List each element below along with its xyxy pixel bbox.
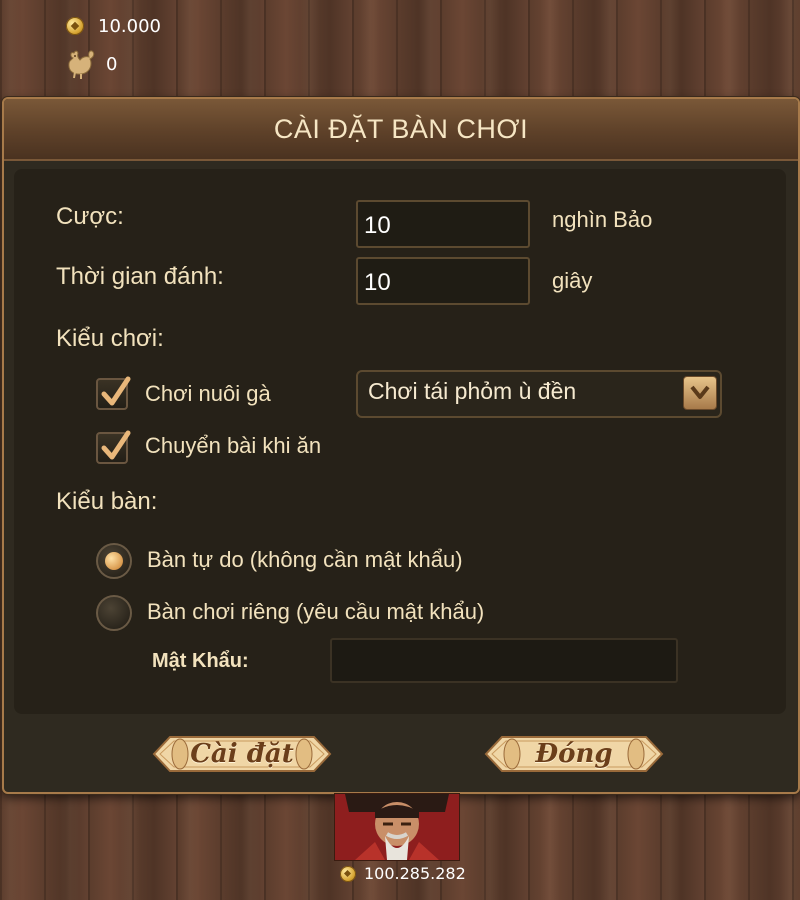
play-style-label: Kiểu chơi: [56,325,164,352]
setup-button[interactable]: Cài đặt [152,729,332,779]
dialog-title: CÀI ĐẶT BÀN CHƠI [273,113,529,144]
close-button-label: Đóng [535,739,613,769]
table-free-radio[interactable] [96,543,132,579]
coin-balance: 10.000 [98,15,161,37]
rooster-count: 0 [106,53,118,75]
password-input[interactable] [330,638,678,683]
coin-icon [66,17,84,35]
table-private-radio[interactable] [96,595,132,631]
radio-selected-dot [105,552,123,570]
player-balance: 100.285.282 [340,864,466,883]
transfer-cards-checkbox[interactable] [96,430,131,464]
close-button[interactable]: Đóng [484,729,664,779]
transfer-cards-label: Chuyển bài khi ăn [145,433,322,458]
setup-button-label: Cài đặt [190,739,294,769]
checkmark-icon [101,376,131,406]
chevron-down-icon [690,385,710,399]
password-label: Mật Khẩu: [152,650,249,672]
mandarin-portrait-icon [335,794,459,860]
time-label: Thời gian đánh: [56,263,224,290]
table-free-label: Bàn tự do (không cần mật khẩu) [147,547,463,572]
play-mode-dropdown[interactable]: Chơi tái phỏm ù đền [356,370,722,418]
bet-input[interactable]: 10 [356,200,530,248]
play-mode-selected: Chơi tái phỏm ù đền [368,378,577,404]
rooster-icon [68,50,95,79]
dialog-content: Cược: 10 nghìn Bảo Thời gian đánh: 10 gi… [14,169,786,714]
dialog-header: CÀI ĐẶT BÀN CHƠI [4,99,798,161]
player-avatar[interactable] [334,793,460,861]
player-balance-value: 100.285.282 [364,864,466,883]
bet-unit: nghìn Bảo [552,207,653,232]
time-unit: giây [552,268,593,293]
top-currency-info: 10.000 0 [66,12,161,88]
dropdown-toggle[interactable] [683,376,717,410]
bet-label: Cược: [56,203,124,230]
time-input[interactable]: 10 [356,257,530,305]
table-type-label: Kiểu bàn: [56,488,158,515]
coin-icon [340,865,356,882]
table-settings-dialog: CÀI ĐẶT BÀN CHƠI Cược: 10 nghìn Bảo Thời… [2,97,800,794]
checkmark-icon [101,430,131,460]
raise-chicken-checkbox[interactable] [96,376,131,410]
table-private-label: Bàn chơi riêng (yêu cầu mật khẩu) [147,599,485,624]
raise-chicken-label: Chơi nuôi gà [145,381,271,406]
